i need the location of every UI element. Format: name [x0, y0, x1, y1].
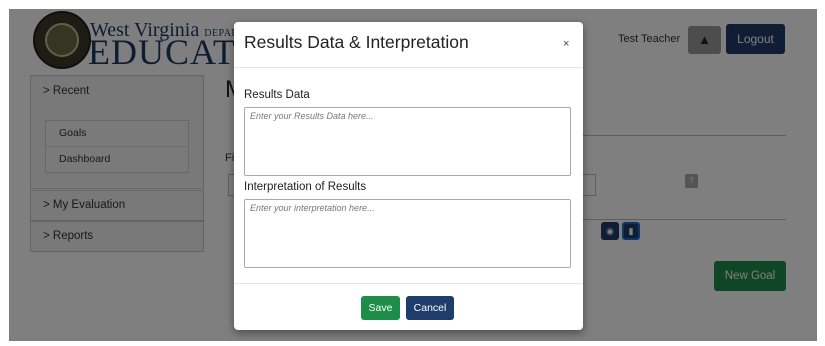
modal-footer-divider [234, 283, 583, 284]
results-data-label: Results Data [244, 89, 310, 101]
results-data-textarea[interactable] [244, 107, 571, 176]
modal-title: Results Data & Interpretation [244, 32, 469, 52]
save-button[interactable]: Save [361, 296, 400, 320]
close-icon[interactable]: × [563, 38, 569, 50]
interpretation-label: Interpretation of Results [244, 181, 367, 193]
cancel-button[interactable]: Cancel [406, 296, 454, 320]
results-modal: Results Data & Interpretation × Results … [234, 22, 583, 330]
modal-header-divider [234, 67, 583, 68]
interpretation-textarea[interactable] [244, 199, 571, 268]
